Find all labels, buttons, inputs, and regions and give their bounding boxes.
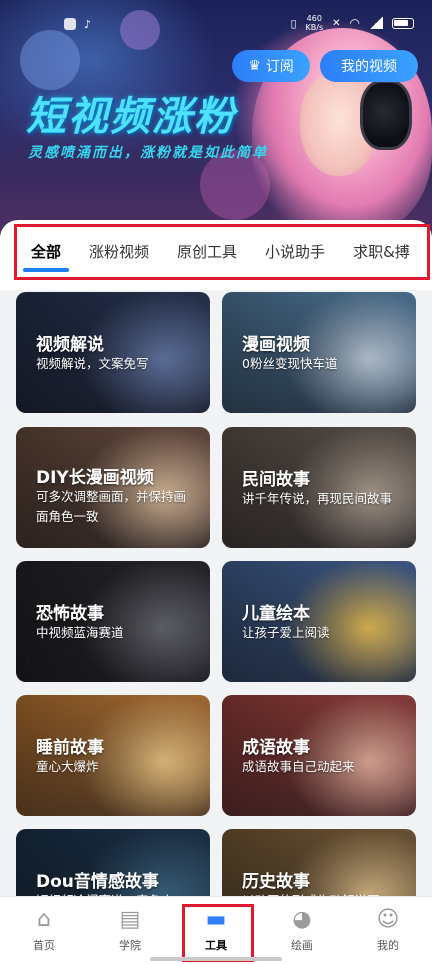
- card-description: 视频解说，文案免写: [36, 356, 149, 371]
- nav-label: 绘画: [291, 939, 313, 952]
- nav-label: 学院: [119, 939, 141, 952]
- card-title: 历史故事: [242, 872, 310, 892]
- card-description: 讲千年传说，再现民间故事: [242, 491, 393, 506]
- tool-card[interactable]: 儿童绘本 让孩子爱上阅读: [222, 561, 416, 682]
- card-title: 睡前故事: [36, 738, 104, 758]
- my-video-button[interactable]: 我的视频: [320, 50, 418, 82]
- banner-subtitle: 灵感喷涌而出，涨粉就是如此简单: [28, 145, 268, 161]
- card-title: 民间故事: [242, 470, 310, 490]
- card-description: 中视频蓝海赛道: [36, 625, 124, 640]
- nav-label: 首页: [33, 939, 55, 952]
- vibrate-icon: ▯: [290, 16, 297, 30]
- card-description: 让孩子爱上阅读: [242, 625, 330, 640]
- tab-3[interactable]: 小说助手: [265, 241, 325, 262]
- card-title: 视频解说: [36, 335, 104, 355]
- headphone-icon: [360, 80, 412, 150]
- tool-card[interactable]: 恐怖故事 中视频蓝海赛道: [16, 561, 210, 682]
- nav-item-0[interactable]: ⌂ 首页: [14, 907, 74, 953]
- home-icon: ⌂: [37, 907, 51, 932]
- nfc-icon: ✕: [332, 17, 341, 29]
- tab-0[interactable]: 全部: [22, 241, 70, 272]
- user-icon: ☺: [376, 907, 400, 932]
- battery-icon: [392, 17, 414, 29]
- card-title: 成语故事: [242, 738, 310, 758]
- tool-card[interactable]: 视频解说 视频解说，文案免写: [16, 292, 210, 413]
- card-description: 成语故事自己动起来: [242, 759, 355, 774]
- tab-2[interactable]: 原创工具: [177, 241, 237, 262]
- card-title: DIY长漫画视频: [36, 468, 154, 488]
- tool-card[interactable]: DIY长漫画视频 可多次调整画面，并保持画面角色一致: [16, 427, 210, 548]
- palette-icon: ◕: [292, 907, 312, 932]
- subscribe-button[interactable]: ♛ 订阅: [232, 50, 310, 82]
- nav-item-1[interactable]: ▤ 学院: [100, 907, 160, 953]
- tab-1[interactable]: 涨粉视频: [89, 241, 149, 262]
- nav-item-3[interactable]: ◕ 绘画: [272, 907, 332, 953]
- crown-icon: ♛: [248, 58, 261, 74]
- app-notification-icon: [64, 18, 76, 30]
- net-speed: 460 KB/s: [305, 14, 324, 32]
- card-description: 童心大爆炸: [36, 759, 99, 774]
- card-title: 漫画视频: [242, 335, 310, 355]
- active-tab-highlight-box: [182, 904, 254, 962]
- status-bar: ♪ ▯ 460 KB/s ✕ ◠: [0, 0, 432, 48]
- card-description: 0粉丝变现快车道: [242, 356, 338, 371]
- home-indicator: [150, 957, 282, 961]
- my-video-label: 我的视频: [341, 59, 397, 75]
- banner-title: 短视频涨粉: [26, 94, 236, 140]
- card-title: Dou音情感故事: [36, 872, 159, 892]
- nav-item-4[interactable]: ☺ 我的: [358, 907, 418, 953]
- header-banner: ♪ ▯ 460 KB/s ✕ ◠ ♛ 订阅 我的视频 短视频涨粉 灵感喷涌而出，涨…: [0, 0, 432, 236]
- tabs-highlight-box: 全部 涨粉视频 原创工具 小说助手 求职&搏: [14, 224, 430, 280]
- book-icon: ▤: [119, 907, 141, 932]
- tool-card[interactable]: 成语故事 成语故事自己动起来: [222, 695, 416, 816]
- card-description: 可多次调整画面，并保持画面角色一致: [36, 489, 187, 524]
- tool-card[interactable]: 漫画视频 0粉丝变现快车道: [222, 292, 416, 413]
- tab-4[interactable]: 求职&搏: [353, 241, 410, 262]
- card-title: 恐怖故事: [36, 604, 104, 624]
- subscribe-label: 订阅: [265, 59, 294, 75]
- wifi-icon: ◠: [349, 16, 360, 30]
- tiktok-icon: ♪: [84, 18, 92, 31]
- signal-icon: [369, 17, 383, 29]
- tool-card[interactable]: 睡前故事 童心大爆炸: [16, 695, 210, 816]
- category-tab-bar: 全部 涨粉视频 原创工具 小说助手 求职&搏: [0, 220, 432, 290]
- tool-card[interactable]: 民间故事 讲千年传说，再现民间故事: [222, 427, 416, 548]
- nav-label: 我的: [377, 939, 399, 952]
- card-title: 儿童绘本: [242, 604, 310, 624]
